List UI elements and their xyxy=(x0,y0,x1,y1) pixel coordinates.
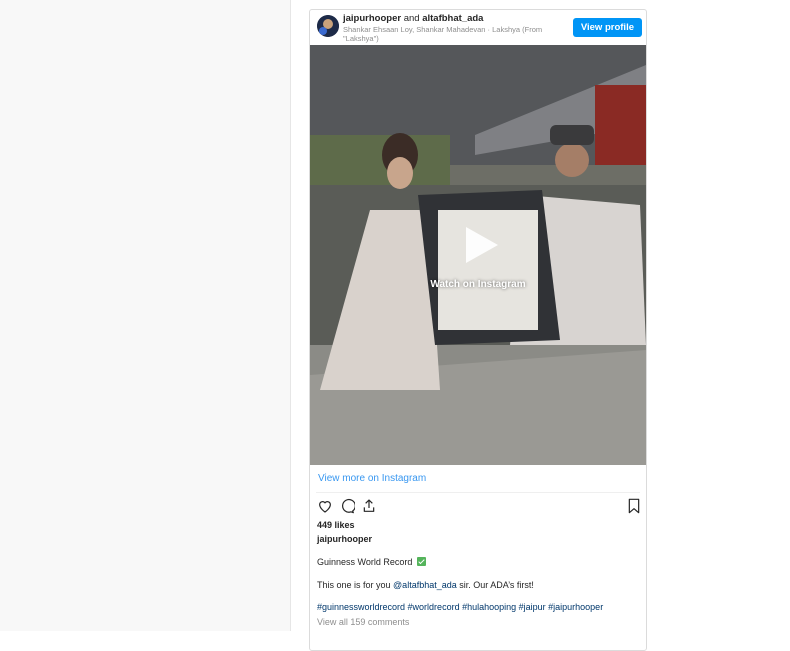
mention-link[interactable]: @altafbhat_ada xyxy=(393,580,457,590)
post-authors: jaipurhooper and altafbhat_ada xyxy=(343,13,483,24)
instagram-embed: jaipurhooper and altafbhat_ada Shankar E… xyxy=(309,9,647,651)
check-emoji-icon xyxy=(416,557,426,566)
view-more-link[interactable]: View more on Instagram xyxy=(318,473,426,484)
watch-on-instagram-label[interactable]: Watch on Instagram xyxy=(310,279,646,290)
post-actions xyxy=(317,498,641,516)
and-text: and xyxy=(403,13,420,24)
bookmark-icon[interactable] xyxy=(627,498,641,514)
caption-line-2: This one is for you @altafbhat_ada sir. … xyxy=(317,580,534,590)
heart-icon[interactable] xyxy=(317,498,333,514)
caption-username[interactable]: jaipurhooper xyxy=(317,534,372,544)
author-username[interactable]: jaipurhooper xyxy=(343,13,401,24)
caption-line-1: Guinness World Record xyxy=(317,557,426,567)
comment-icon[interactable] xyxy=(339,498,355,514)
post-header: jaipurhooper and altafbhat_ada Shankar E… xyxy=(310,10,646,45)
caption-text-1: Guinness World Record xyxy=(317,557,413,567)
view-profile-button[interactable]: View profile xyxy=(572,18,642,37)
page-left-gutter xyxy=(0,0,291,631)
caption-suffix: sir. Our ADA’s first! xyxy=(456,580,534,590)
coauthor-username[interactable]: altafbhat_ada xyxy=(422,13,483,24)
hashtags[interactable]: #guinnessworldrecord #worldrecord #hulah… xyxy=(317,602,603,612)
view-comments-link[interactable]: View all 159 comments xyxy=(317,617,409,627)
caption-prefix: This one is for you xyxy=(317,580,394,590)
play-icon[interactable] xyxy=(458,223,502,267)
share-icon[interactable] xyxy=(361,498,377,514)
divider xyxy=(316,492,640,493)
video-thumbnail[interactable]: Watch on Instagram xyxy=(310,45,646,465)
avatar[interactable] xyxy=(317,15,339,37)
audio-attribution[interactable]: Shankar Ehsaan Loy, Shankar Mahadevan · … xyxy=(343,25,563,43)
likes-count[interactable]: 449 likes xyxy=(317,520,355,530)
